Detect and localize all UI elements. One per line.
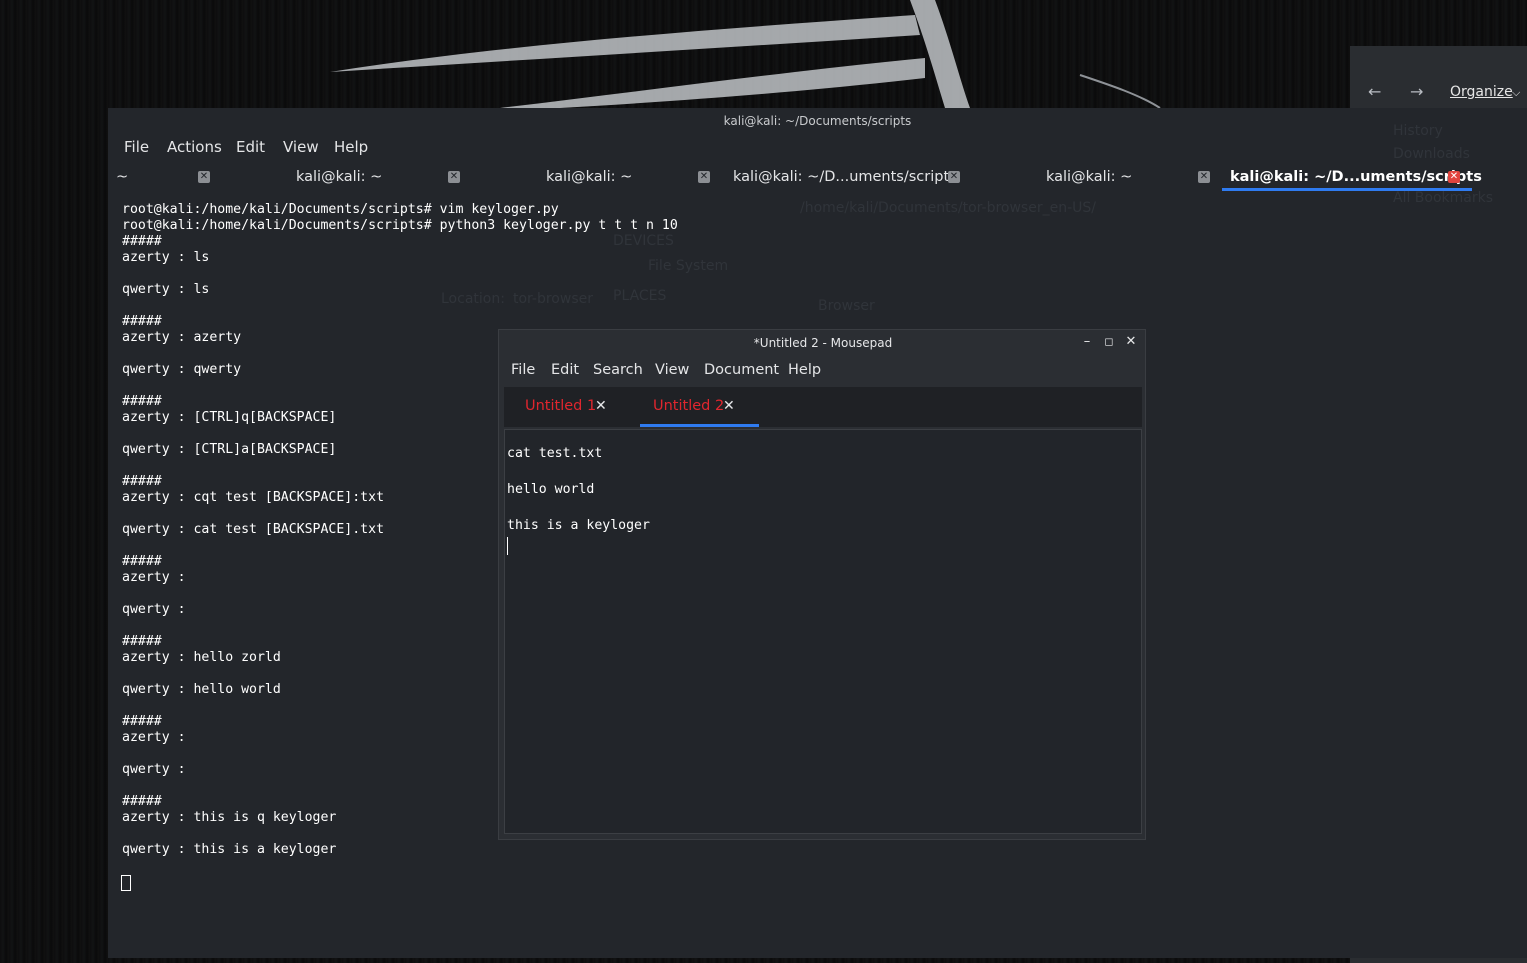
terminal-line: root@kali:/home/kali/Documents/scripts# … [122, 218, 678, 233]
tab-label: kali@kali: ~ [296, 169, 383, 185]
terminal-tab[interactable]: kali@kali: ~/D...uments/scripts [733, 162, 957, 192]
tab-label: kali@kali: ~/D...uments/scripts [733, 169, 957, 185]
close-icon[interactable]: ✕ [1448, 171, 1460, 183]
tab-label: kali@kali: ~/D...uments/scripts [1230, 169, 1482, 185]
text-caret [507, 537, 508, 555]
mousepad-window: *Untitled 2 - Mousepad – ◻ ✕ File Edit S… [498, 329, 1146, 840]
menu-edit[interactable]: Edit [551, 362, 579, 378]
menu-search[interactable]: Search [593, 362, 643, 378]
terminal-tab[interactable]: ~ [116, 162, 128, 192]
tab-label: ~ [116, 169, 129, 185]
editor-line: this is a keyloger [507, 518, 650, 533]
arrow-left-icon[interactable]: ← [1368, 82, 1381, 101]
terminal-title: kali@kali: ~/Documents/scripts [723, 114, 912, 128]
menu-help[interactable]: Help [334, 138, 368, 156]
maximize-icon[interactable]: ◻ [1101, 334, 1117, 350]
active-tab-indicator [640, 424, 759, 427]
terminal-line: root@kali:/home/kali/Documents/scripts# … [122, 202, 559, 217]
close-icon[interactable]: ✕ [948, 171, 960, 183]
menu-view[interactable]: View [655, 362, 689, 378]
menu-edit[interactable]: Edit [236, 138, 265, 156]
text-editor-area[interactable]: cat test.txt hello world this is a keyloge… [504, 429, 1142, 834]
menu-document[interactable]: Document [704, 362, 779, 378]
mousepad-tab-bar: Untitled 1 ✕ Untitled 2 ✕ [504, 387, 1142, 427]
terminal-tab[interactable]: kali@kali: ~ [546, 162, 632, 192]
menu-file[interactable]: File [511, 362, 535, 378]
editor-content: cat test.txt hello world this is a keyloge… [507, 445, 650, 535]
organize-button[interactable]: Organize [1450, 84, 1513, 100]
chevron-down-icon: ⌵ [1512, 86, 1521, 99]
close-icon[interactable]: ✕ [1123, 334, 1139, 350]
minimize-icon[interactable]: – [1079, 334, 1095, 350]
terminal-line: qwerty : ls [122, 282, 210, 297]
close-icon[interactable]: ✕ [698, 171, 710, 183]
tab-label: kali@kali: ~ [1046, 169, 1133, 185]
menu-file[interactable]: File [124, 138, 149, 156]
terminal-cursor [121, 875, 131, 891]
mousepad-menubar: File Edit Search View Document Help [499, 358, 1147, 384]
editor-line: cat test.txt [507, 446, 603, 461]
terminal-tab[interactable]: kali@kali: ~ [1046, 162, 1132, 192]
editor-line: hello world [507, 482, 595, 497]
close-icon[interactable]: ✕ [723, 387, 735, 425]
tab-label: kali@kali: ~ [546, 169, 633, 185]
menu-actions[interactable]: Actions [167, 138, 222, 156]
terminal-tab[interactable]: kali@kali: ~ [296, 162, 382, 192]
close-icon[interactable]: ✕ [448, 171, 460, 183]
menu-view[interactable]: View [283, 138, 319, 156]
terminal-line: azerty : ls [122, 250, 210, 265]
arrow-right-icon[interactable]: → [1410, 82, 1423, 101]
terminal-line: ##### [122, 234, 162, 249]
terminal-line: qwerty : this is a keyloger [122, 842, 337, 857]
close-icon[interactable]: ✕ [595, 387, 607, 425]
menu-help[interactable]: Help [788, 362, 821, 378]
active-tab-indicator [1222, 188, 1472, 191]
tab-untitled-2[interactable]: Untitled 2 [653, 387, 724, 427]
tab-untitled-1[interactable]: Untitled 1 [525, 387, 596, 427]
mousepad-title: *Untitled 2 - Mousepad [753, 336, 893, 350]
terminal-line: ##### [122, 314, 162, 329]
close-icon[interactable]: ✕ [1198, 171, 1210, 183]
close-icon[interactable]: ✕ [198, 171, 210, 183]
terminal-menubar: File Actions Edit View Help [108, 134, 1527, 160]
